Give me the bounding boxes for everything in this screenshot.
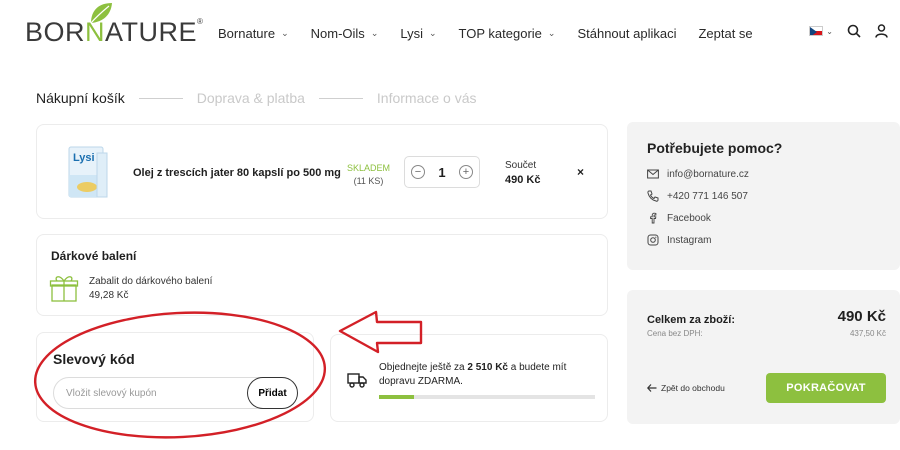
language-switcher[interactable]: ⌄ [809,26,833,36]
free-shipping-card: Objednejte ještě za 2 510 Kč a budete mí… [330,334,608,422]
user-icon[interactable] [875,24,888,38]
gift-option[interactable]: Zabalit do dárkového balení 49,28 Kč [89,275,212,303]
flag-cz-icon [809,26,824,36]
facebook-icon [650,212,657,224]
remove-item-button[interactable]: × [577,165,584,179]
coupon-title: Slevový kód [53,351,135,367]
plus-icon[interactable]: + [458,165,473,179]
chevron-down-icon: ⌄ [547,28,556,38]
nav-item-stahnout-aplikaci[interactable]: Stáhnout aplikaci [577,26,676,41]
step-divider [138,97,183,99]
step-customer-info: Informace o vás [376,90,477,106]
back-to-shop-link[interactable]: Zpět do obchodu [647,383,725,393]
step-shipping-payment: Doprava & platba [196,90,305,106]
nav-item-bornature[interactable]: Bornature ⌄ [218,26,289,41]
add-coupon-button[interactable]: Přidat [247,377,298,409]
free-shipping-text: Objednejte ještě za 2 510 Kč a budete mí… [379,362,567,387]
checkout-steps: Nákupní košík Doprava & platba Informace… [36,90,477,106]
net-price-value: 437,50 Kč [849,329,886,338]
help-panel: Potřebujete pomoc? info@bornature.cz +42… [627,122,900,270]
gift-wrap-card: Dárkové balení Zabalit do dárkového bale… [36,234,608,316]
chevron-down-icon: ⌄ [826,26,833,36]
bornature-logo[interactable]: BORNATURE® [25,2,203,48]
header-icons: ⌄ [809,24,888,38]
mail-icon [647,169,659,179]
item-sum: Součet 490 Kč [505,160,541,186]
coupon-card: Slevový kód Přidat [36,332,314,422]
nav-item-lysi[interactable]: Lysi ⌄ [400,26,436,41]
main-nav: Bornature ⌄ Nom-Oils ⌄ Lysi ⌄ TOP kategorie… [218,26,775,41]
total-label: Celkem za zboží: [647,314,736,326]
net-price-label: Cena bez DPH: [647,329,703,338]
free-shipping-progress [379,395,595,399]
order-summary: Celkem za zboží: 490 Kč Cena bez DPH: 43… [627,290,900,424]
help-email[interactable]: info@bornature.cz [647,168,749,180]
phone-icon [647,190,659,202]
quantity-value[interactable]: 1 [438,165,445,180]
search-icon[interactable] [847,24,861,38]
cart-item: Lysi Olej z trescích jater 80 kapslí po … [36,124,608,219]
gift-title: Dárkové balení [51,249,137,263]
chevron-down-icon: ⌄ [429,28,437,38]
product-name[interactable]: Olej z trescích jater 80 kapslí po 500 m… [133,167,341,179]
progress-fill [379,395,415,399]
nav-item-top-kategorie[interactable]: TOP kategorie ⌄ [459,26,556,41]
help-facebook[interactable]: Facebook [647,212,711,224]
continue-button[interactable]: POKRAČOVAT [766,373,886,403]
nav-item-nom-oils[interactable]: Nom-Oils ⌄ [311,26,379,41]
gift-icon[interactable] [49,273,79,303]
help-instagram[interactable]: Instagram [647,234,711,246]
total-value: 490 Kč [837,308,886,325]
help-title: Potřebujete pomoc? [647,140,783,156]
step-divider [318,97,363,99]
quantity-stepper: − 1 + [404,156,480,188]
nav-item-zeptat-se[interactable]: Zeptat se [698,26,752,41]
step-cart[interactable]: Nákupní košík [36,90,125,106]
minus-icon[interactable]: − [411,165,425,179]
svg-text:Lysi: Lysi [73,152,95,164]
chevron-down-icon: ⌄ [281,28,289,38]
logo-text: BORNATURE® [25,17,204,47]
help-phone[interactable]: +420 771 146 507 [647,190,748,202]
instagram-icon [647,234,659,246]
product-image[interactable]: Lysi [67,145,109,201]
truck-icon [347,373,367,388]
arrow-left-icon [647,384,657,392]
stock-status: SKLADEM (11 KS) [347,163,391,186]
chevron-down-icon: ⌄ [370,28,379,38]
